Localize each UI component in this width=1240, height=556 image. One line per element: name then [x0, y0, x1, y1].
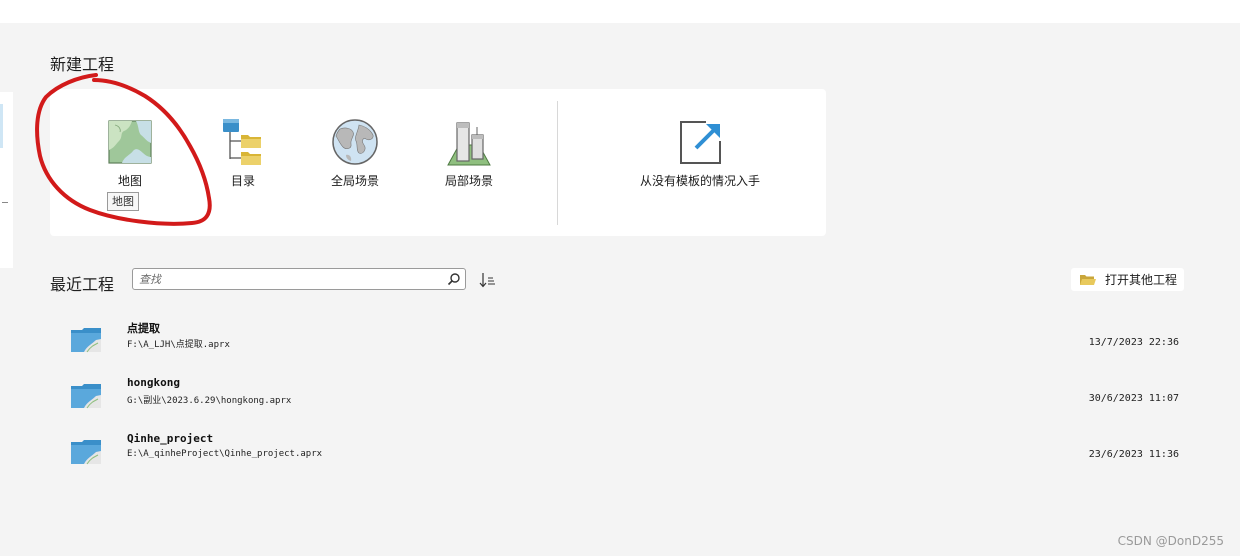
- template-map[interactable]: 地图: [90, 117, 170, 189]
- project-path: G:\副业\2023.6.29\hongkong.aprx: [127, 396, 292, 406]
- template-start-without-template-label: 从没有模板的情况入手: [639, 174, 760, 188]
- template-divider: [557, 101, 558, 225]
- project-date: 13/7/2023 22:36: [1088, 337, 1179, 348]
- left-panel-tick: [2, 202, 8, 203]
- project-path: F:\A_LJH\点提取.aprx: [127, 340, 230, 350]
- template-local-scene-label: 局部场景: [444, 174, 493, 188]
- search-icon[interactable]: [447, 272, 461, 286]
- template-catalog[interactable]: 目录: [203, 117, 283, 189]
- template-global-scene[interactable]: 全局场景: [315, 117, 395, 189]
- project-date: 30/6/2023 11:07: [1088, 393, 1179, 404]
- template-local-scene[interactable]: 局部场景: [429, 117, 509, 189]
- project-file-icon: [71, 440, 101, 465]
- project-name: 点提取: [127, 322, 160, 335]
- template-global-scene-label: 全局场景: [330, 174, 379, 188]
- left-panel-selected-indicator: [0, 104, 3, 148]
- new-project-card: 地图 目录 全局场景 局部场景 从没有模板的情况入手 地图: [50, 89, 826, 236]
- start-without-template-icon: [676, 117, 724, 167]
- watermark: CSDN @DonD255: [1117, 534, 1224, 548]
- template-catalog-label: 目录: [230, 174, 255, 188]
- project-date: 23/6/2023 11:36: [1088, 449, 1179, 460]
- sort-icon[interactable]: [478, 270, 498, 290]
- globe-icon: [331, 117, 379, 167]
- open-other-project-button[interactable]: 打开其他工程: [1071, 268, 1184, 291]
- new-project-title: 新建工程: [50, 55, 115, 74]
- project-path: E:\A_qinheProject\Qinhe_project.aprx: [127, 449, 323, 459]
- folder-open-icon: [1080, 274, 1096, 285]
- recent-project-row[interactable]: Qinhe_project E:\A_qinheProject\Qinhe_pr…: [70, 432, 1190, 472]
- template-start-without-template[interactable]: 从没有模板的情况入手: [620, 117, 780, 189]
- template-map-label: 地图: [117, 174, 142, 188]
- project-search-box: [132, 268, 466, 290]
- project-file-icon: [71, 328, 101, 353]
- catalog-icon: [219, 117, 267, 167]
- map-icon: [106, 117, 154, 167]
- left-panel-strip[interactable]: [0, 92, 13, 268]
- recent-project-row[interactable]: hongkong G:\副业\2023.6.29\hongkong.aprx 3…: [70, 376, 1190, 416]
- open-other-project-label: 打开其他工程: [1105, 273, 1178, 287]
- project-name: Qinhe_project: [127, 432, 214, 445]
- recent-projects-title: 最近工程: [50, 275, 115, 294]
- recent-project-row[interactable]: 点提取 F:\A_LJH\点提取.aprx 13/7/2023 22:36: [70, 320, 1190, 360]
- project-search-input[interactable]: [139, 271, 439, 287]
- project-name: hongkong: [127, 376, 180, 389]
- top-bar: [0, 0, 1240, 23]
- map-tooltip: 地图: [107, 192, 139, 211]
- local-scene-icon: [445, 117, 493, 167]
- project-file-icon: [71, 384, 101, 409]
